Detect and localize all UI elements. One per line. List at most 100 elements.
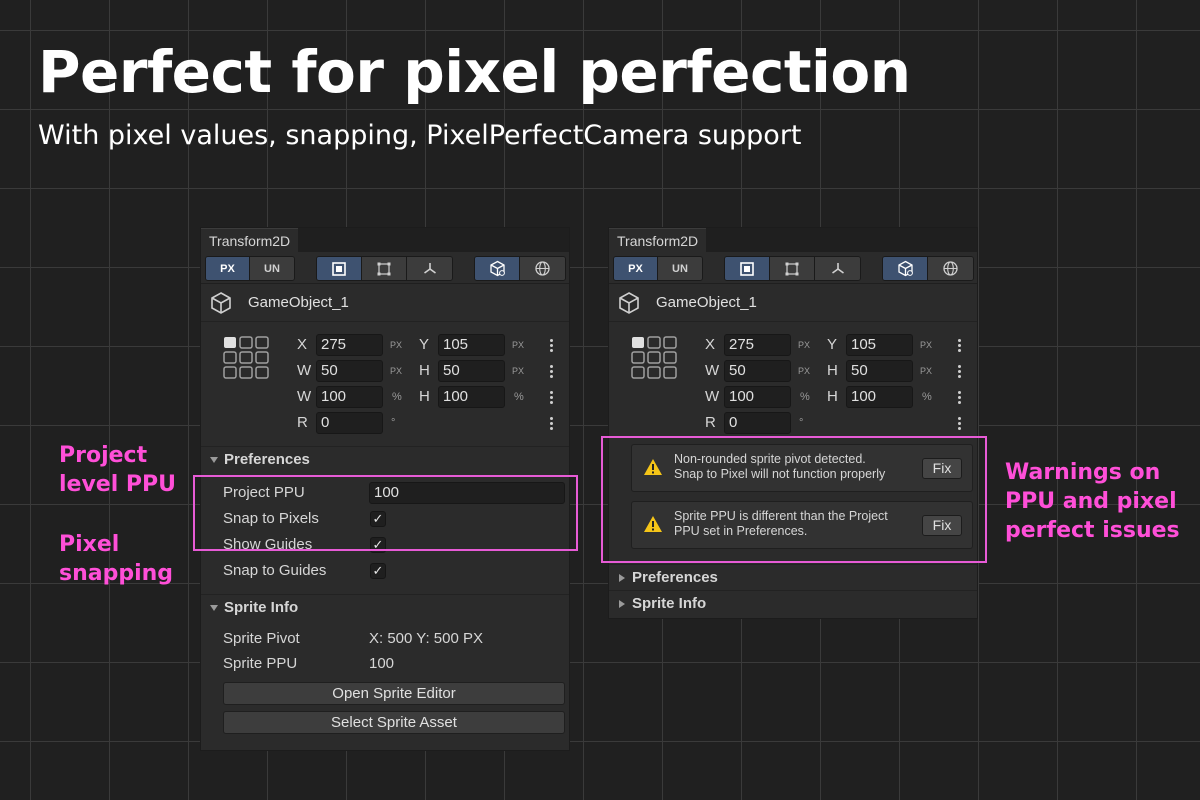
r-unit: ° bbox=[799, 417, 804, 429]
snap-to-guides-checkbox[interactable]: ✓ bbox=[370, 563, 386, 579]
rotation-row: R 0 ° bbox=[201, 412, 569, 434]
position-menu-icon[interactable] bbox=[957, 334, 961, 356]
h-percent-label: H bbox=[419, 388, 430, 405]
r-label: R bbox=[297, 414, 308, 431]
position-menu-icon[interactable] bbox=[549, 334, 553, 356]
x-input[interactable]: 275 bbox=[316, 334, 383, 356]
sprite-info-title: Sprite Info bbox=[632, 595, 707, 612]
resize-tool-button[interactable] bbox=[362, 257, 407, 280]
h-unit: PX bbox=[512, 366, 525, 376]
callout-project-ppu-line-2: level PPU bbox=[59, 472, 177, 497]
x-unit: PX bbox=[798, 340, 811, 350]
sprite-info-header[interactable]: Sprite Info bbox=[201, 594, 569, 620]
unit-un-button[interactable]: UN bbox=[658, 257, 702, 280]
sprite-info-header[interactable]: Sprite Info bbox=[609, 590, 977, 616]
collapsed-triangle-icon bbox=[619, 574, 625, 582]
y-unit: PX bbox=[920, 340, 933, 350]
r-unit: ° bbox=[391, 417, 396, 429]
panel-toolbar: PX UN bbox=[201, 252, 569, 284]
r-input[interactable]: 0 bbox=[316, 412, 383, 434]
pivot-tool-button[interactable] bbox=[815, 257, 860, 280]
sprite-ppu-value: 100 bbox=[369, 655, 395, 672]
rect-tool-button[interactable] bbox=[317, 257, 362, 280]
local-space-button[interactable] bbox=[475, 257, 520, 280]
rotation-menu-icon[interactable] bbox=[957, 412, 961, 434]
expanded-triangle-icon bbox=[210, 605, 218, 611]
h-percent-unit: % bbox=[514, 391, 524, 403]
rotation-menu-icon[interactable] bbox=[549, 412, 553, 434]
callout-pixel-snapping: Pixel snapping bbox=[59, 530, 173, 588]
rect-tool-icon bbox=[740, 261, 754, 276]
unit-px-button[interactable]: PX bbox=[206, 257, 250, 280]
x-label: X bbox=[297, 336, 308, 353]
local-space-icon bbox=[489, 260, 505, 277]
r-label: R bbox=[705, 414, 716, 431]
sprite-info-body: Sprite Pivot X: 500 Y: 500 PX Sprite PPU… bbox=[201, 620, 569, 740]
callout-pixel-snapping-line-1: Pixel bbox=[59, 532, 120, 557]
pivot-tool-button[interactable] bbox=[407, 257, 452, 280]
position-row: X 275 PX Y 105 PX bbox=[201, 334, 569, 356]
world-space-icon bbox=[535, 261, 550, 276]
size-menu-icon[interactable] bbox=[549, 360, 553, 382]
h-percent-unit: % bbox=[922, 391, 932, 403]
transform-fields: X 275 PX Y 105 PX W 50 PX H 50 PX W 100 … bbox=[201, 322, 569, 434]
position-row: X 275 PX Y 105 PX bbox=[609, 334, 977, 356]
y-input[interactable]: 105 bbox=[846, 334, 913, 356]
preferences-header[interactable]: Preferences bbox=[609, 564, 977, 590]
gameobject-cube-icon bbox=[619, 292, 639, 314]
resize-tool-icon bbox=[377, 262, 391, 275]
h-label: H bbox=[827, 362, 838, 379]
sprite-pivot-label: Sprite Pivot bbox=[223, 630, 300, 647]
local-space-button[interactable] bbox=[883, 257, 928, 280]
transform-fields: X 275 PX Y 105 PX W 50 PX H 50 PX W 100 … bbox=[609, 322, 977, 434]
scale-menu-icon[interactable] bbox=[957, 386, 961, 408]
pivot-tool-icon bbox=[423, 262, 436, 274]
scale-row: W 100 % H 100 % bbox=[201, 386, 569, 408]
unit-px-button[interactable]: PX bbox=[614, 257, 658, 280]
world-space-button[interactable] bbox=[520, 257, 565, 280]
preferences-title: Preferences bbox=[224, 451, 310, 468]
resize-tool-button[interactable] bbox=[770, 257, 815, 280]
preferences-header[interactable]: Preferences bbox=[201, 446, 569, 472]
h-percent-input[interactable]: 100 bbox=[438, 386, 505, 408]
rect-tool-button[interactable] bbox=[725, 257, 770, 280]
size-menu-icon[interactable] bbox=[957, 360, 961, 382]
select-sprite-asset-button[interactable]: Select Sprite Asset bbox=[223, 711, 565, 734]
tool-group bbox=[724, 256, 861, 281]
w-percent-label: W bbox=[297, 388, 312, 405]
w-percent-unit: % bbox=[392, 391, 402, 403]
w-percent-unit: % bbox=[800, 391, 810, 403]
h-input[interactable]: 50 bbox=[438, 360, 505, 382]
x-unit: PX bbox=[390, 340, 403, 350]
unit-toggle-group: PX UN bbox=[613, 256, 703, 281]
local-space-icon bbox=[897, 260, 913, 277]
unit-un-button[interactable]: UN bbox=[250, 257, 294, 280]
expanded-triangle-icon bbox=[210, 457, 218, 463]
r-input[interactable]: 0 bbox=[724, 412, 791, 434]
callout-project-ppu-line-1: Project bbox=[59, 443, 148, 468]
snap-to-guides-label: Snap to Guides bbox=[223, 562, 327, 579]
h-percent-input[interactable]: 100 bbox=[846, 386, 913, 408]
w-percent-input[interactable]: 100 bbox=[316, 386, 383, 408]
h-label: H bbox=[419, 362, 430, 379]
world-space-button[interactable] bbox=[928, 257, 973, 280]
w-input[interactable]: 50 bbox=[316, 360, 383, 382]
tab-transform2d[interactable]: Transform2D bbox=[609, 228, 707, 252]
rotation-row: R 0 ° bbox=[609, 412, 977, 434]
world-space-icon bbox=[943, 261, 958, 276]
scale-row: W 100 % H 100 % bbox=[609, 386, 977, 408]
open-sprite-editor-button[interactable]: Open Sprite Editor bbox=[223, 682, 565, 705]
w-percent-input[interactable]: 100 bbox=[724, 386, 791, 408]
w-input[interactable]: 50 bbox=[724, 360, 791, 382]
rect-tool-icon bbox=[332, 261, 346, 276]
scale-menu-icon[interactable] bbox=[549, 386, 553, 408]
callout-pixel-snapping-line-2: snapping bbox=[59, 561, 174, 586]
object-name: GameObject_1 bbox=[248, 294, 349, 311]
tab-transform2d[interactable]: Transform2D bbox=[201, 228, 299, 252]
w-unit: PX bbox=[390, 366, 403, 376]
y-input[interactable]: 105 bbox=[438, 334, 505, 356]
headline: Perfect for pixel perfection bbox=[38, 38, 911, 106]
panel-tabbar: Transform2D bbox=[609, 228, 977, 252]
x-input[interactable]: 275 bbox=[724, 334, 791, 356]
h-input[interactable]: 50 bbox=[846, 360, 913, 382]
